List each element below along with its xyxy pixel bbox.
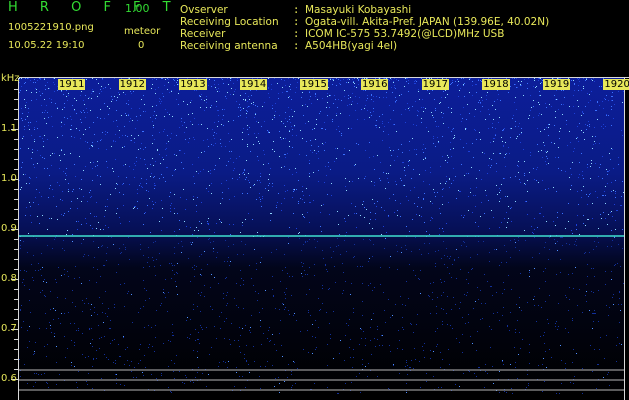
info-value: A504HB(yagi 4el): [305, 40, 398, 52]
meteor-count: 0: [138, 40, 145, 51]
time-tick-label: 1911: [58, 79, 86, 90]
time-tick-label: 1917: [421, 79, 450, 90]
info-value: Ogata-vill. Akita-Pref. JAPAN (139.96E, …: [305, 16, 550, 28]
info-colon: :: [293, 16, 300, 28]
frequency-tick-label: 1.0: [1, 173, 17, 184]
info-colon: :: [293, 4, 300, 16]
info-label: Receiver: [180, 28, 226, 40]
info-colon: :: [293, 40, 300, 52]
time-tick-label: 1919: [542, 79, 571, 90]
spectrogram-noise: [19, 78, 625, 394]
info-label: Receiving antenna: [180, 40, 278, 52]
time-tick-label: 1916: [361, 79, 389, 90]
frequency-tick-label: 0.9: [1, 223, 17, 234]
filename-label: 1005221910.png: [8, 22, 94, 33]
frequency-unit-label: kHz: [1, 73, 20, 84]
info-label: Ovserver: [180, 4, 228, 16]
spectrogram: [19, 78, 625, 395]
info-colon: :: [293, 28, 300, 40]
info-value: ICOM IC-575 53.7492(@LCD)MHz USB: [305, 28, 505, 40]
time-tick-label: 1918: [482, 79, 510, 90]
info-value: Masayuki Kobayashi: [305, 4, 412, 16]
frequency-tick-label: 0.7: [1, 323, 17, 334]
app-title: H R O F F T: [8, 0, 180, 15]
time-tick-label: 1915: [300, 79, 328, 90]
time-tick-label: 1913: [179, 79, 207, 90]
frequency-tick-label: 0.8: [1, 273, 17, 284]
time-tick-label: 1914: [239, 79, 268, 90]
frequency-tick-label: 1.1: [1, 123, 17, 134]
time-tick-label: 1920: [603, 79, 629, 90]
time-tick-label: 1912: [118, 79, 147, 90]
version-label: 1.00: [125, 2, 150, 15]
frequency-tick-label: 0.6: [1, 373, 17, 384]
info-label: Receiving Location: [180, 16, 279, 28]
meteor-label: meteor: [124, 26, 161, 37]
datetime-label: 10.05.22 19:10: [8, 40, 85, 51]
